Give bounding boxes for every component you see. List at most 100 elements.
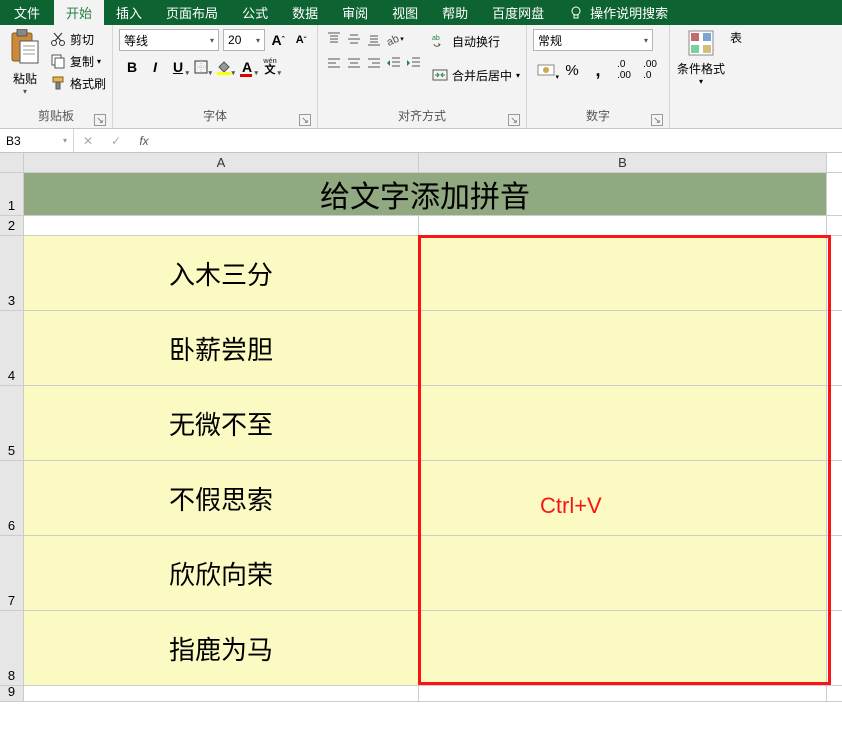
cell-a4[interactable]: 卧薪尝胆 [24, 311, 419, 385]
clipboard-group-label: 剪贴板 [38, 109, 74, 123]
tab-file[interactable]: 文件 [0, 0, 54, 25]
phonetic-guide-button[interactable]: wén文▾ [260, 57, 280, 77]
underline-button[interactable]: U▾ [168, 57, 188, 77]
increase-font-size[interactable]: Aˆ [268, 30, 288, 50]
copy-icon [50, 53, 66, 69]
align-left[interactable] [324, 53, 344, 73]
tab-insert[interactable]: 插入 [104, 0, 154, 25]
row-header-8[interactable]: 8 [0, 611, 24, 685]
accounting-format[interactable]: ▾ [533, 59, 559, 81]
lightbulb-icon [568, 5, 584, 21]
merge-center-button[interactable]: 合并后居中▾ [432, 63, 520, 87]
decrease-decimal[interactable]: .00.0 [637, 59, 663, 81]
clipboard-launcher[interactable]: ↘ [94, 114, 106, 126]
cut-button[interactable]: 剪切 [50, 29, 106, 49]
font-launcher[interactable]: ↘ [299, 114, 311, 126]
font-color-button[interactable]: A▾ [237, 57, 257, 77]
orientation-button[interactable]: ab▾ [384, 29, 404, 49]
group-alignment: ab▾ ab 自动换行 合并后居中▾ [318, 25, 527, 128]
cell-a8[interactable]: 指鹿为马 [24, 611, 419, 685]
cell-b3[interactable] [419, 236, 827, 310]
cell-a5[interactable]: 无微不至 [24, 386, 419, 460]
column-header-b[interactable]: B [419, 153, 827, 172]
align-top[interactable] [324, 29, 344, 49]
column-header-a[interactable]: A [24, 153, 419, 172]
conditional-formatting-button[interactable]: 条件格式 ▾ [676, 29, 726, 86]
cell-b2[interactable] [419, 216, 827, 235]
number-format-combo[interactable]: 常规▾ [533, 29, 653, 51]
spreadsheet-grid[interactable]: A B 1 给文字添加拼音 2 3 入木三分 4 卧薪尝胆 5 无微不至 6 不… [0, 153, 842, 743]
alignment-group-label: 对齐方式 [398, 109, 446, 123]
increase-indent[interactable] [404, 53, 424, 73]
cell-a2[interactable] [24, 216, 419, 235]
name-box[interactable]: B3▾ [0, 129, 74, 152]
italic-button[interactable]: I [145, 57, 165, 77]
cell-a1[interactable]: 给文字添加拼音 [24, 173, 827, 215]
tab-review[interactable]: 审阅 [330, 0, 380, 25]
copy-button[interactable]: 复制▾ [50, 51, 106, 71]
select-all-corner[interactable] [0, 153, 24, 172]
row-header-7[interactable]: 7 [0, 536, 24, 610]
number-launcher[interactable]: ↘ [651, 114, 663, 126]
border-button[interactable]: ▾ [191, 57, 211, 77]
align-middle[interactable] [344, 29, 364, 49]
row-header-1[interactable]: 1 [0, 173, 24, 215]
tab-baidu-netdisk[interactable]: 百度网盘 [480, 0, 556, 25]
cell-a9[interactable] [24, 686, 419, 701]
paste-button[interactable]: 粘贴 ▾ [6, 29, 44, 96]
tell-me-search[interactable]: 操作说明搜索 [556, 0, 680, 25]
cell-b4[interactable] [419, 311, 827, 385]
align-right[interactable] [364, 53, 384, 73]
fill-color-button[interactable]: ▾ [214, 57, 234, 77]
font-name-combo[interactable]: 等线▾ [119, 29, 219, 51]
comma-format[interactable]: , [585, 59, 611, 81]
formula-input[interactable] [158, 129, 842, 152]
row-header-5[interactable]: 5 [0, 386, 24, 460]
tab-home[interactable]: 开始 [54, 0, 104, 25]
tab-page-layout[interactable]: 页面布局 [154, 0, 230, 25]
row-header-3[interactable]: 3 [0, 236, 24, 310]
row-header-9[interactable]: 9 [0, 686, 24, 701]
cell-b9[interactable] [419, 686, 827, 701]
cell-b5[interactable] [419, 386, 827, 460]
orientation-icon: ab [384, 31, 400, 47]
cell-b7[interactable] [419, 536, 827, 610]
percent-format[interactable]: % [559, 59, 585, 81]
cancel-button[interactable]: ✕ [74, 129, 102, 152]
enter-button[interactable]: ✓ [102, 129, 130, 152]
tab-data[interactable]: 数据 [280, 0, 330, 25]
tab-formulas[interactable]: 公式 [230, 0, 280, 25]
cell-a7[interactable]: 欣欣向荣 [24, 536, 419, 610]
align-bottom[interactable] [364, 29, 384, 49]
align-right-icon [366, 55, 382, 71]
decrease-indent-icon [386, 55, 402, 71]
cell-b8[interactable] [419, 611, 827, 685]
cell-a6[interactable]: 不假思索 [24, 461, 419, 535]
align-middle-icon [346, 31, 362, 47]
bold-button[interactable]: B [122, 57, 142, 77]
decrease-font-size[interactable]: Aˇ [291, 30, 311, 50]
row-header-4[interactable]: 4 [0, 311, 24, 385]
align-center[interactable] [344, 53, 364, 73]
increase-decimal[interactable]: .0.00 [611, 59, 637, 81]
row-header-2[interactable]: 2 [0, 216, 24, 235]
alignment-launcher[interactable]: ↘ [508, 114, 520, 126]
cell-b6[interactable] [419, 461, 827, 535]
table-styles-label: 表 [726, 29, 746, 46]
decrease-indent[interactable] [384, 53, 404, 73]
insert-function-button[interactable]: fx [130, 129, 158, 152]
format-painter-button[interactable]: 格式刷 [50, 73, 106, 93]
border-icon [194, 60, 208, 74]
paste-label: 粘贴 [6, 70, 44, 87]
svg-text:ab: ab [432, 35, 440, 42]
format-painter-label: 格式刷 [70, 75, 106, 92]
cell-a3[interactable]: 入木三分 [24, 236, 419, 310]
tab-view[interactable]: 视图 [380, 0, 430, 25]
font-size-combo[interactable]: 20▾ [223, 29, 265, 51]
paste-dropdown[interactable]: ▾ [6, 87, 44, 96]
wrap-text-button[interactable]: ab 自动换行 [432, 29, 520, 53]
table-styles-button[interactable]: 表 [726, 29, 746, 46]
row-header-6[interactable]: 6 [0, 461, 24, 535]
tab-help[interactable]: 帮助 [430, 0, 480, 25]
group-clipboard: 粘贴 ▾ 剪切 复制▾ 格式刷 剪贴板 ↘ [0, 25, 113, 128]
